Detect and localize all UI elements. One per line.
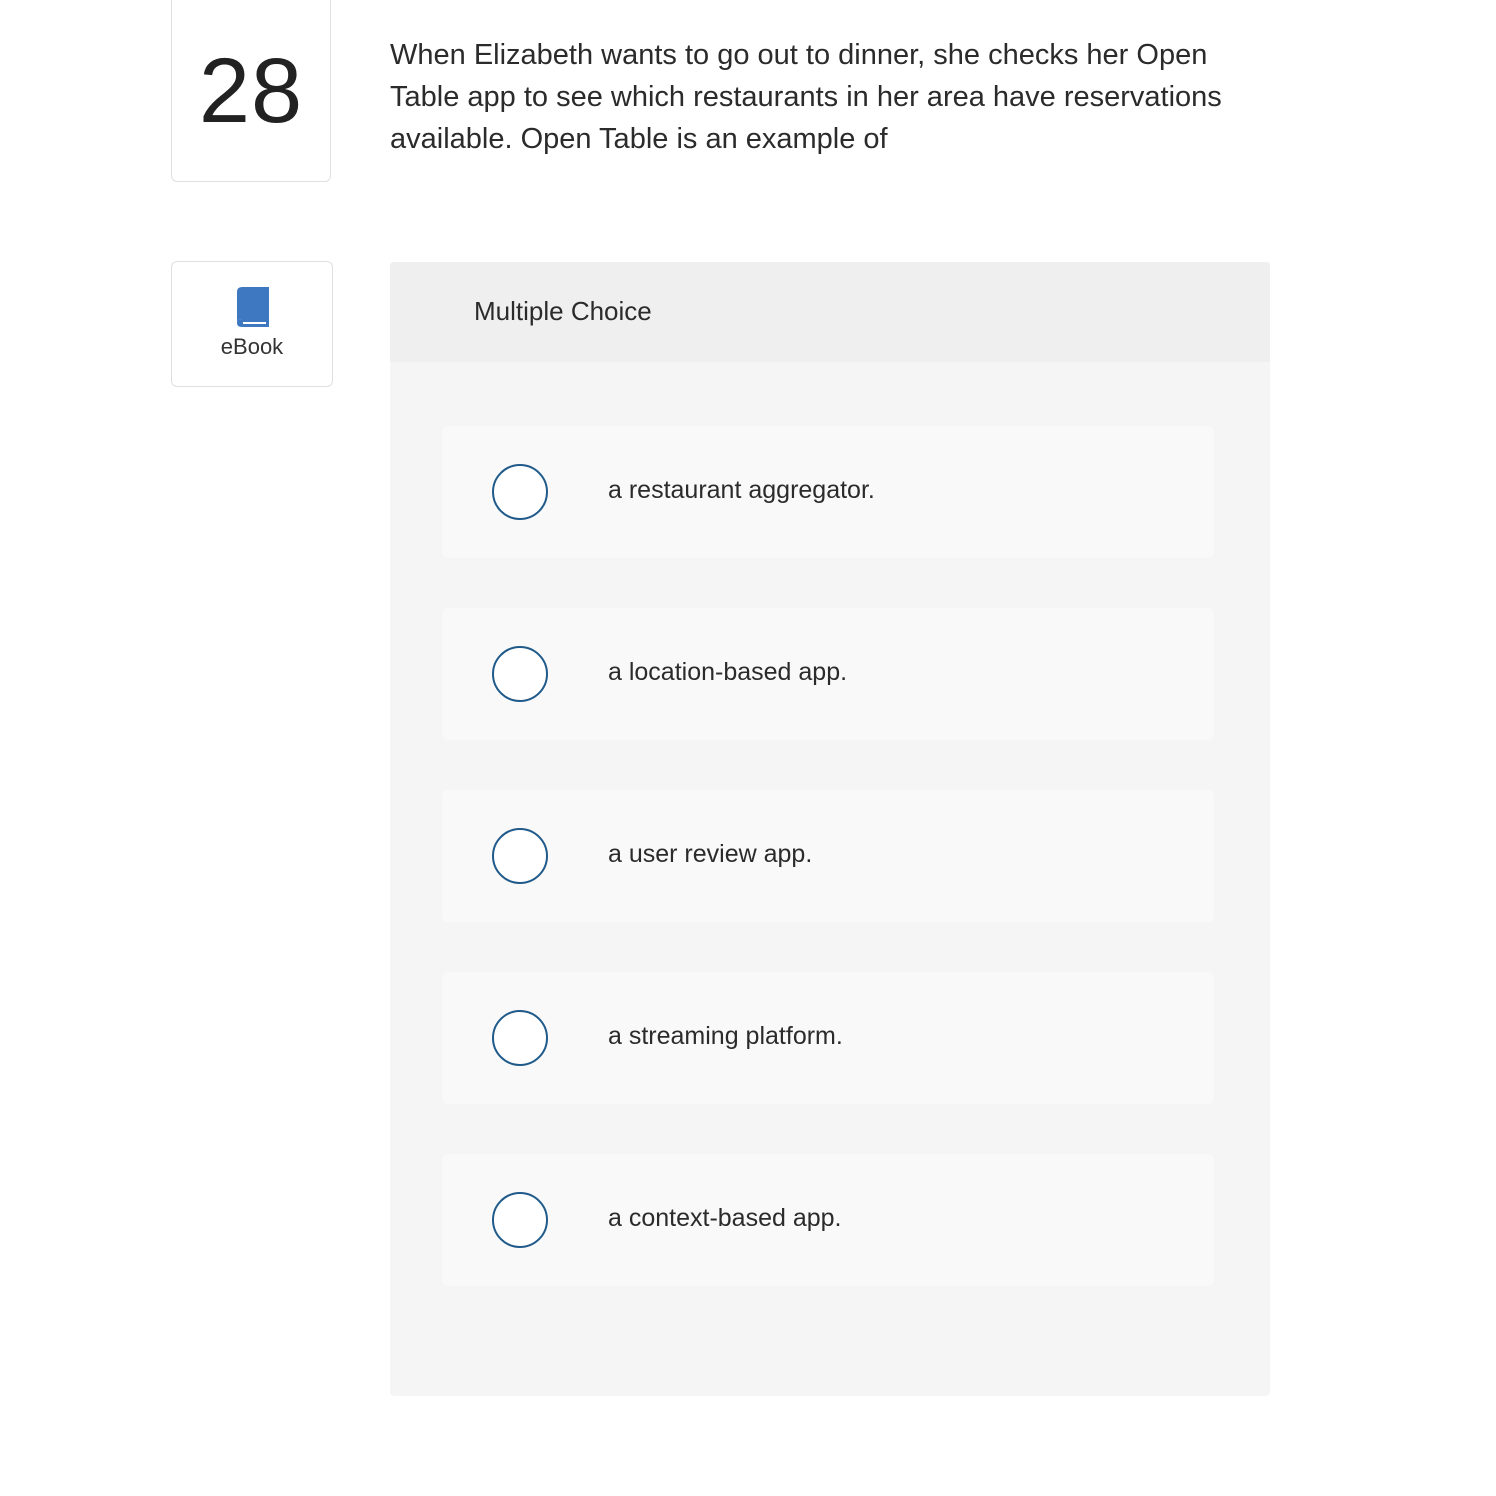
book-icon <box>237 287 269 327</box>
multiple-choice-panel: Multiple Choice a restaurant aggregator.… <box>390 262 1270 1396</box>
question-number-box: 28 <box>171 0 331 182</box>
answer-option[interactable]: a streaming platform. <box>442 972 1214 1104</box>
answer-option-label: a streaming platform. <box>608 1022 843 1050</box>
answer-option[interactable]: a user review app. <box>442 790 1214 922</box>
answer-option-label: a context-based app. <box>608 1204 842 1232</box>
radio-button[interactable] <box>492 464 548 520</box>
radio-button[interactable] <box>492 1192 548 1248</box>
answer-option[interactable]: a location-based app. <box>442 608 1214 740</box>
answer-option-label: a user review app. <box>608 840 813 868</box>
radio-button[interactable] <box>492 828 548 884</box>
radio-button[interactable] <box>492 646 548 702</box>
multiple-choice-title: Multiple Choice <box>474 296 652 326</box>
answer-option[interactable]: a restaurant aggregator. <box>442 426 1214 558</box>
ebook-button[interactable]: eBook <box>171 261 333 387</box>
ebook-label: eBook <box>220 334 284 359</box>
answer-option[interactable]: a context-based app. <box>442 1154 1214 1286</box>
answer-option-label: a location-based app. <box>608 658 848 686</box>
radio-button[interactable] <box>492 1010 548 1066</box>
multiple-choice-header: Multiple Choice <box>390 262 1270 362</box>
question-number: 28 <box>198 39 304 142</box>
question-text: When Elizabeth wants to go out to dinner… <box>390 39 1222 155</box>
answer-option-label: a restaurant aggregator. <box>608 476 875 504</box>
